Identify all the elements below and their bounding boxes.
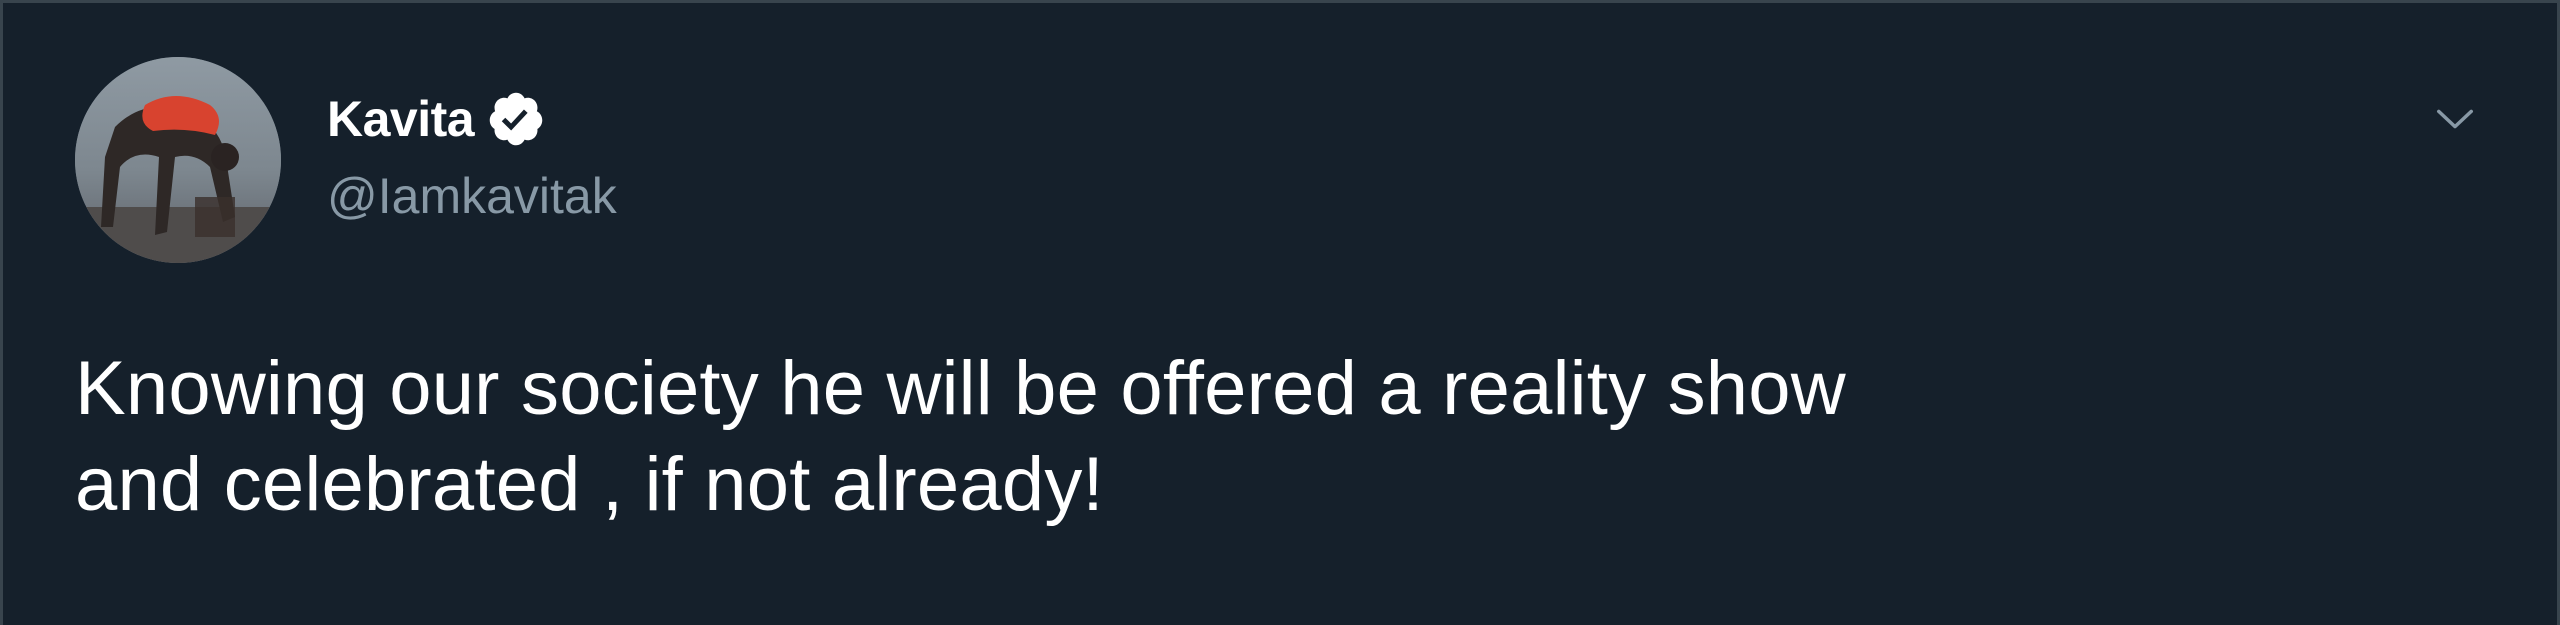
author-handle[interactable]: @Iamkavitak (327, 163, 617, 229)
avatar[interactable] (75, 57, 281, 263)
tweet-text: Knowing our society he will be offered a… (75, 341, 2475, 533)
chevron-down-icon (2437, 109, 2473, 129)
author-name-row[interactable]: Kavita (327, 87, 546, 151)
verified-badge-icon (489, 92, 543, 146)
tweet-text-line: Knowing our society he will be offered a… (75, 346, 1846, 431)
tweet-menu-button[interactable] (2413, 77, 2497, 161)
tweet-text-line: and celebrated , if not already! (75, 442, 1104, 527)
author-display-name[interactable]: Kavita (327, 87, 475, 151)
avatar-image (75, 57, 281, 263)
tweet-card[interactable]: Kavita @Iamkavitak Knowing our society h… (0, 0, 2560, 625)
